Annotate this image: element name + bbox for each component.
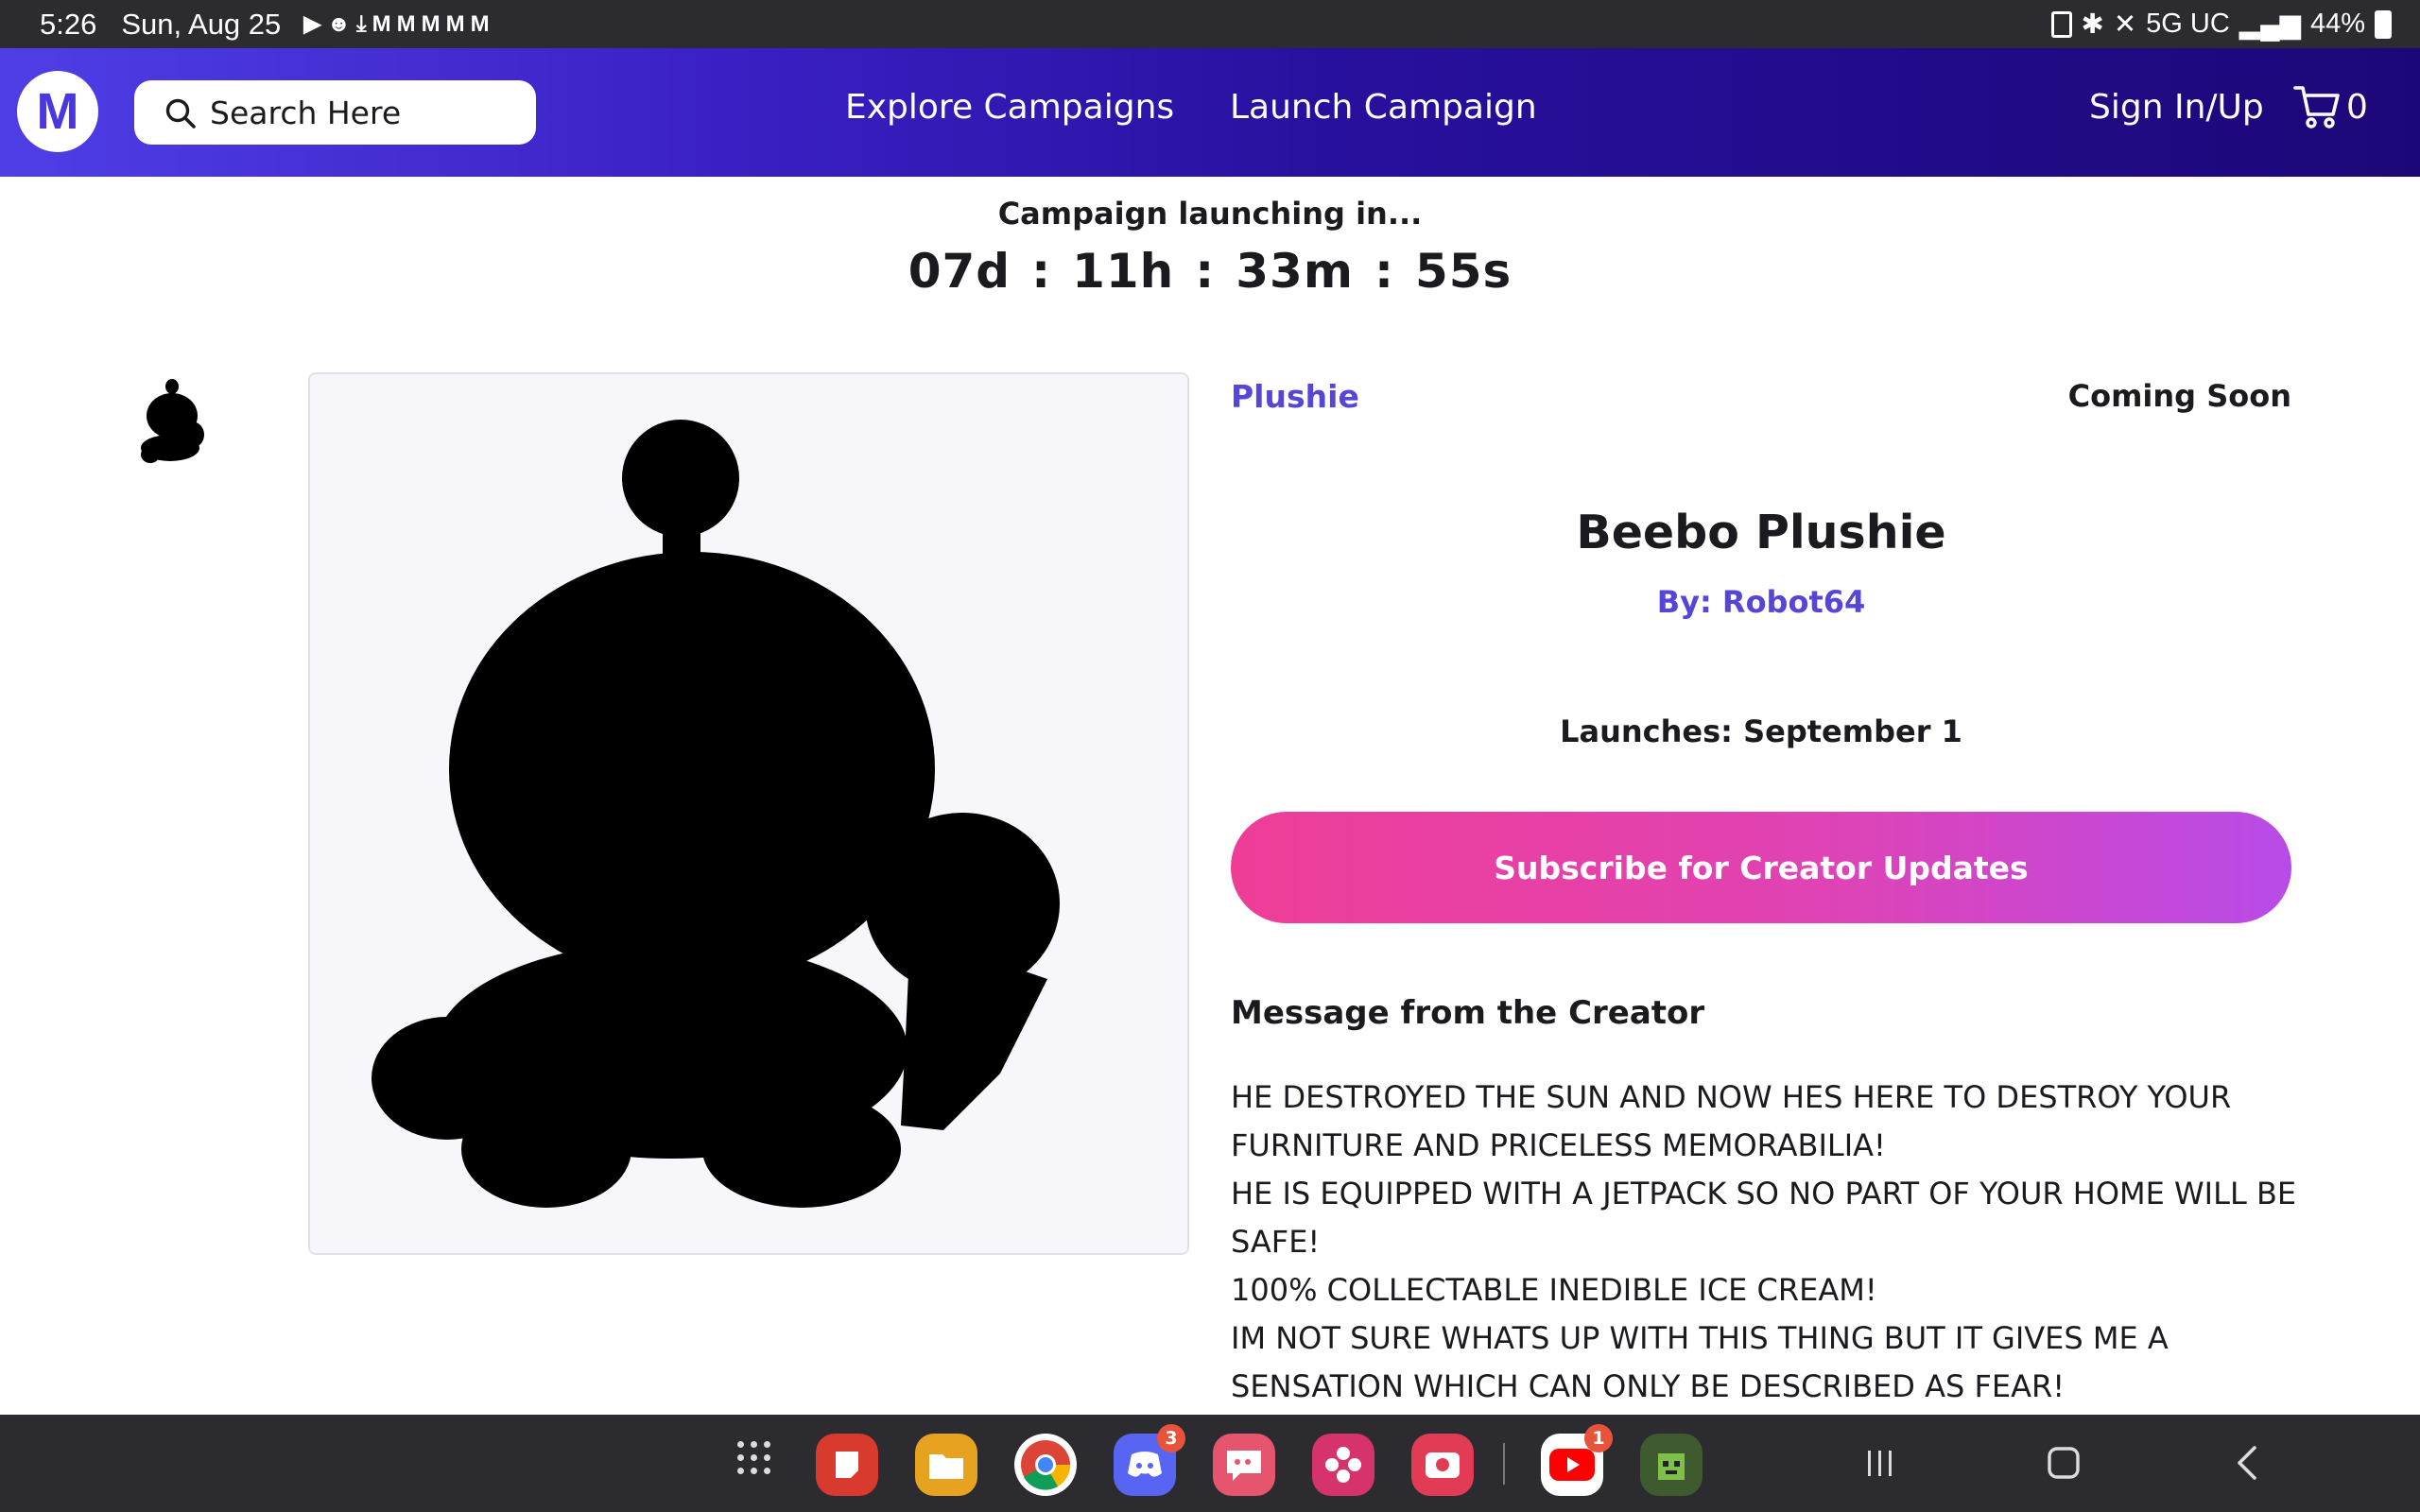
youtube-icon: ▶	[303, 11, 321, 37]
product-image[interactable]	[308, 372, 1189, 1255]
creator-message-line: HE DESTROYED THE SUN AND NOW HES HERE TO…	[1231, 1079, 2232, 1163]
search-input[interactable]	[210, 90, 512, 135]
category-link[interactable]: Plushie	[1231, 378, 1359, 415]
network-label: 5G UC	[2146, 9, 2230, 39]
countdown-separator: :	[1031, 244, 1052, 299]
creator-message-line: IM NOT SURE WHATS UP WITH THIS THING BUT…	[1231, 1320, 2169, 1404]
sign-in-link[interactable]: Sign In/Up	[2089, 88, 2264, 127]
status-bar: 5:26 Sun, Aug 25 ▶ ☻ ⤓ M M M M M ✱ ✕ 5G …	[0, 0, 2420, 48]
notes-app-icon[interactable]	[816, 1434, 878, 1496]
home-button[interactable]	[2040, 1439, 2087, 1486]
countdown-days: 07d	[908, 244, 1011, 299]
creator-message-title: Message from the Creator	[1231, 994, 1705, 1032]
countdown-separator: :	[1195, 244, 1216, 299]
countdown-separator: :	[1374, 244, 1394, 299]
countdown-seconds: 55s	[1414, 244, 1512, 299]
subscribe-button[interactable]: Subscribe for Creator Updates	[1231, 812, 2291, 923]
battery-saver-icon	[2050, 10, 2072, 38]
beebo-silhouette	[372, 420, 1060, 1208]
status-date: Sun, Aug 25	[121, 7, 282, 41]
countdown-minutes: 33m	[1236, 244, 1354, 299]
creator-message-line: 100% COLLECTABLE INEDIBLE ICE CREAM!	[1231, 1272, 1877, 1308]
files-app-icon[interactable]	[915, 1434, 977, 1496]
creator-message-line: HE IS EQUIPPED WITH A JETPACK SO NO PART…	[1231, 1176, 2297, 1260]
discord-app-icon[interactable]: 3	[1114, 1424, 1185, 1496]
chrome-app-icon[interactable]	[1014, 1434, 1077, 1496]
youtube-badge: 1	[1584, 1424, 1613, 1452]
gmail-icon: M	[445, 10, 465, 37]
countdown-title: Campaign launching in...	[997, 196, 1423, 232]
logo-letter: M	[36, 83, 79, 140]
site-header: M Explore Campaigns Launch Campaign Sign…	[0, 48, 2420, 177]
system-navigation-bar: 3 1	[0, 1415, 2420, 1512]
battery-label: 44%	[2309, 9, 2365, 39]
site-logo[interactable]: M	[17, 71, 98, 152]
gmail-icon: M	[396, 10, 416, 37]
nav-launch-campaign[interactable]: Launch Campaign	[1230, 88, 1537, 127]
cart-icon	[2293, 86, 2340, 129]
creator-message: HE DESTROYED THE SUN AND NOW HES HERE TO…	[1231, 1074, 2299, 1411]
search-box[interactable]	[134, 80, 536, 145]
taskbar-divider	[1503, 1443, 1505, 1485]
battery-icon	[2375, 9, 2392, 39]
signal-icon: ▂▄▆	[2238, 9, 2301, 40]
recent-apps-button[interactable]	[1857, 1439, 1904, 1486]
gallery-app-icon[interactable]	[1312, 1434, 1374, 1496]
countdown-timer: 07d:11h:33m:55s	[0, 244, 2420, 299]
gmail-icon: M	[470, 10, 490, 37]
gmail-icon: M	[372, 10, 391, 37]
countdown-hours: 11h	[1072, 244, 1175, 299]
app-drawer-icon[interactable]	[737, 1441, 771, 1475]
search-icon	[165, 98, 196, 129]
status-time: 5:26	[40, 7, 97, 41]
youtube-app-icon[interactable]: 1	[1541, 1424, 1613, 1496]
gmail-icon: M	[421, 10, 441, 37]
product-thumbnail[interactable]	[137, 376, 216, 467]
mute-icon: ✕	[2113, 9, 2137, 40]
bluetooth-icon: ✱	[2081, 9, 2104, 40]
status-badge: Coming Soon	[2067, 378, 2291, 414]
download-icon: ⤓	[356, 10, 367, 37]
product-title: Beebo Plushie	[1576, 506, 1946, 559]
nav-explore-campaigns[interactable]: Explore Campaigns	[845, 88, 1174, 127]
discord-icon: ☻	[326, 10, 352, 37]
screen-recorder-app-icon[interactable]	[1411, 1434, 1474, 1496]
launch-date: Launches: September 1	[1560, 713, 1962, 749]
cart-count: 0	[2346, 87, 2368, 127]
back-button[interactable]	[2225, 1439, 2273, 1486]
game-app-icon[interactable]	[1640, 1434, 1703, 1496]
chat-app-icon[interactable]	[1213, 1434, 1275, 1496]
author-link[interactable]: By: Robot64	[1231, 584, 2291, 620]
notification-icons: ▶ ☻ ⤓ M M M M M	[303, 10, 489, 39]
cart-button[interactable]: 0	[2293, 84, 2368, 129]
discord-badge: 3	[1157, 1424, 1185, 1452]
